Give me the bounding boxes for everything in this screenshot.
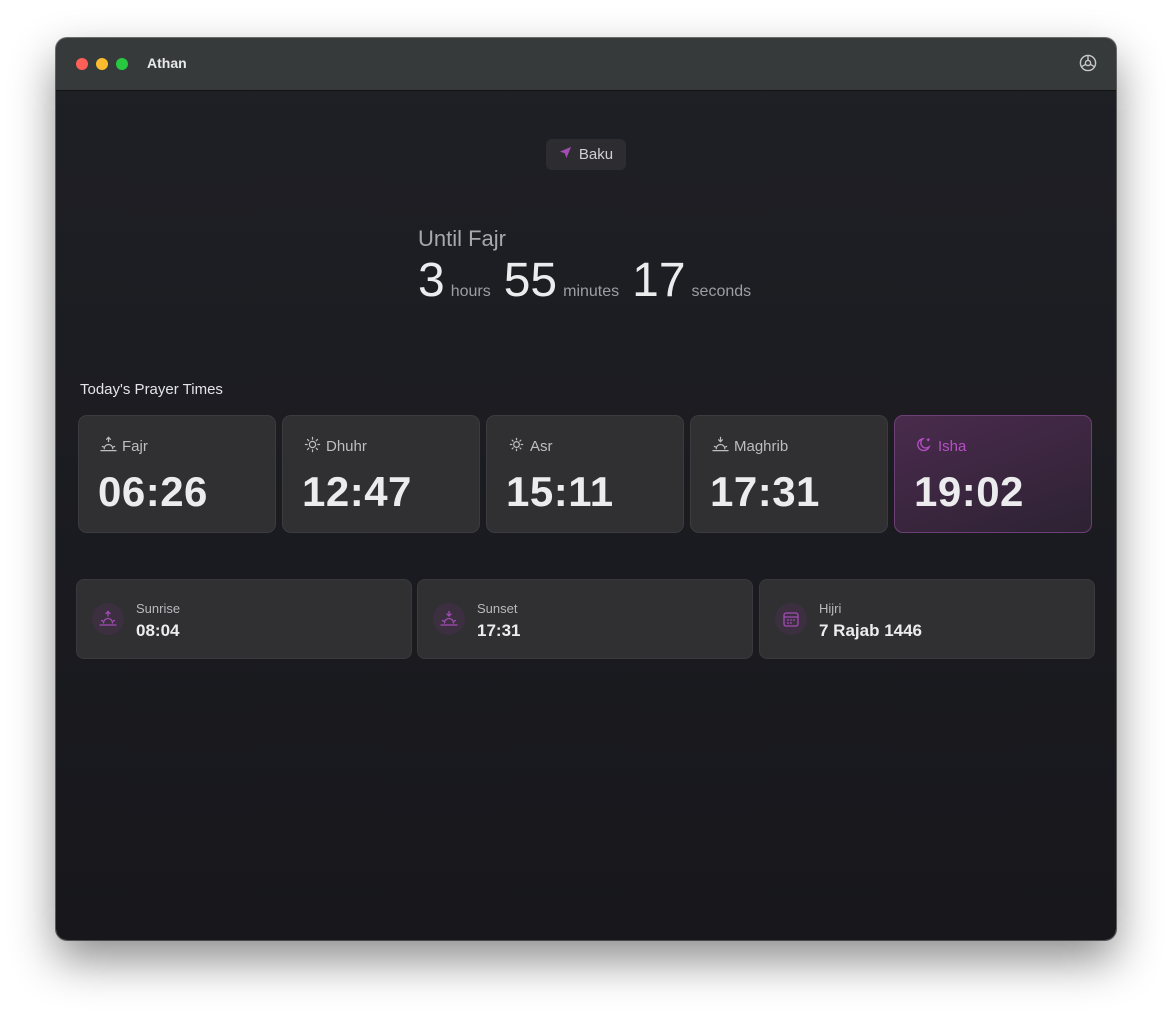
countdown: Until Fajr 3 hours 55 minutes 17 seconds [418,226,838,306]
app-title: Athan [147,55,187,71]
sunrise-label: Sunrise [136,601,181,616]
prayer-card-fajr[interactable]: Fajr 06:26 [78,415,276,533]
settings-gear-icon[interactable] [1078,53,1098,73]
prayer-card-header: Maghrib [712,436,788,457]
location-arrow-icon [559,146,572,164]
calendar-icon [775,603,807,635]
countdown-minutes: 55 [503,254,558,307]
sunset-icon [433,603,465,635]
app-window: Athan Baku Until Fajr 3 hours 55 minutes [56,38,1116,940]
hijri-card: Hijri 7 Rajab 1446 [759,579,1095,659]
countdown-seconds-unit: seconds [691,283,752,300]
title-bar: Athan [56,38,1116,91]
prayer-card-maghrib[interactable]: Maghrib 17:31 [690,415,888,533]
sun-icon [508,436,525,457]
prayer-time: 12:47 [302,468,412,515]
countdown-minutes-unit: minutes [563,283,620,300]
prayer-name: Fajr [122,438,148,455]
sunrise-icon [92,603,124,635]
prayer-name: Asr [530,438,553,455]
prayer-name: Maghrib [734,438,789,455]
sunset-label: Sunset [477,601,518,616]
sun-icon [304,436,321,457]
prayer-name: Isha [938,438,967,455]
countdown-seconds: 17 [632,254,686,307]
sunrise-icon [100,436,117,457]
location-button[interactable]: Baku [546,139,626,170]
countdown-label: Until Fajr [418,226,507,251]
prayer-card-dhuhr[interactable]: Dhuhr 12:47 [282,415,480,533]
prayer-time: 19:02 [914,468,1024,515]
prayer-card-isha[interactable]: Isha 19:02 [894,415,1092,533]
zoom-window-button[interactable] [116,58,128,70]
countdown-hours: 3 [418,254,445,307]
sunset-card: Sunset 17:31 [417,579,753,659]
prayer-time: 15:11 [506,468,614,515]
countdown-hours-unit: hours [450,283,491,300]
prayer-card-asr[interactable]: Asr 15:11 [486,415,684,533]
close-window-button[interactable] [76,58,88,70]
prayer-time: 17:31 [710,468,820,515]
sunset-value: 17:31 [477,621,521,640]
minimize-window-button[interactable] [96,58,108,70]
prayer-card-header: Fajr [100,436,148,457]
moon-icon [916,436,933,457]
prayer-card-header: Asr [508,436,553,457]
sunrise-card: Sunrise 08:04 [76,579,412,659]
hijri-label: Hijri [819,601,842,616]
sunrise-value: 08:04 [136,621,180,640]
hijri-value: 7 Rajab 1446 [819,621,923,640]
location-label: Baku [578,146,614,163]
countdown-timer: 3 hours 55 minutes 17 seconds [418,256,838,306]
prayer-time: 06:26 [98,468,208,515]
prayer-name: Dhuhr [326,438,367,455]
sunset-icon [712,436,729,457]
prayer-card-header: Dhuhr [304,436,367,457]
prayer-times-heading: Today's Prayer Times [80,381,223,398]
prayer-card-header: Isha [916,436,966,457]
